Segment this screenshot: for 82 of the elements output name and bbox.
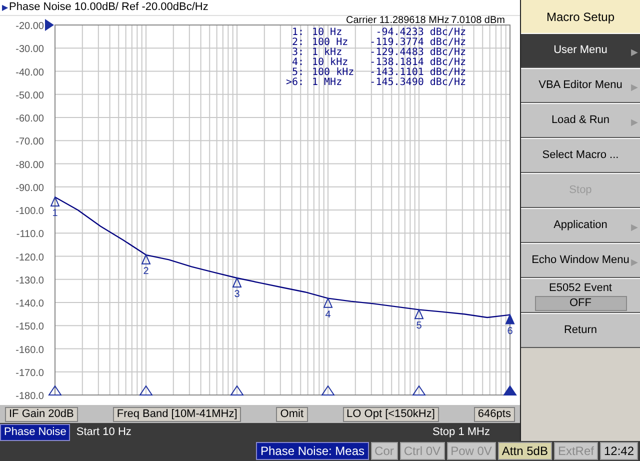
submenu-arrow-icon: ▶ [631, 116, 638, 130]
y-axis-label: -70.00 [16, 136, 44, 148]
marker-index: 3: [290, 48, 304, 58]
y-axis-label: -60.00 [16, 114, 44, 124]
marker-number: 6 [507, 326, 513, 337]
marker-value: -145.3490 dBc/Hz [368, 78, 466, 88]
y-axis-label: -80.00 [16, 160, 44, 171]
y-axis-label: -160.0 [16, 344, 44, 356]
status-indicator: Attn 5dB [498, 442, 552, 460]
y-axis-label: -100.0 [16, 206, 44, 217]
status-field: 646pts [474, 406, 515, 422]
submenu-arrow-icon: ▶ [631, 81, 638, 94]
stimulus-marker-icon [48, 385, 62, 396]
marker-index: 2: [290, 38, 304, 48]
marker-index: 5: [292, 68, 304, 78]
y-axis-label: -180.0 [16, 391, 44, 402]
status-indicator: Cor [370, 442, 398, 460]
status-field: Freq Band [10M-41MHz] [112, 406, 242, 422]
marker-number: 1 [52, 208, 58, 220]
start-frequency: Start 10 Hz [76, 424, 132, 440]
event-value-field: OFF [534, 296, 626, 312]
carrier-frequency: Carrier 11.289618 MHz [346, 16, 450, 26]
y-axis-label: -140.0 [16, 298, 44, 310]
stimulus-marker-icon [321, 385, 335, 396]
y-axis-label: -20.00 [16, 21, 44, 32]
marker-value: -119.3774 dBc/Hz [368, 38, 466, 48]
marker-number: 3 [234, 288, 240, 300]
y-axis-label: -90.00 [16, 182, 44, 194]
softkey-button[interactable]: Load & Run ▶ [521, 103, 640, 138]
marker-number: 5 [416, 320, 422, 332]
submenu-arrow-icon: ▶ [631, 256, 638, 270]
y-axis-label: -130.0 [16, 275, 44, 286]
y-axis-label: -50.00 [16, 90, 44, 102]
trace-select-icon: ▶ [2, 2, 8, 14]
y-axis-label: -150.0 [16, 322, 44, 333]
status-field: Omit [276, 406, 308, 422]
status-field: IF Gain 20dB [5, 406, 78, 422]
y-axis-label: -110.0 [16, 229, 44, 240]
softkey-button[interactable]: E5052 Event OFF [521, 278, 640, 313]
carrier-power: 7.0108 dBm [451, 16, 505, 26]
softkey-button[interactable]: Select Macro ... [521, 138, 640, 173]
marker-number: 4 [325, 309, 331, 320]
status-indicator: 12:42 [600, 442, 638, 460]
softkey-button[interactable]: VBA Editor Menu ▶ [521, 68, 640, 103]
marker-index: 1: [290, 28, 304, 38]
status-indicator: Phase Noise: Meas [256, 442, 369, 460]
y-axis-label: -30.00 [16, 44, 44, 56]
marker-frequency: 1 MHz [312, 78, 344, 88]
marker-index: >6: [284, 78, 304, 88]
y-axis-label: -170.0 [16, 368, 44, 379]
marker-frequency: 100 Hz [312, 38, 350, 48]
status-indicator: ExtRef [554, 442, 598, 460]
status-indicator: Ctrl 0V [400, 442, 445, 460]
stimulus-marker-icon [412, 385, 426, 396]
marker-value: -94.4233 dBc/Hz [376, 28, 466, 38]
marker-frequency: 10 Hz [312, 28, 342, 38]
softkey-button[interactable]: Application ▶ [521, 208, 640, 243]
submenu-arrow-icon: ▶ [631, 221, 638, 234]
stop-frequency: Stop 1 MHz [432, 424, 490, 440]
stimulus-marker-icon [139, 385, 153, 396]
marker-frequency: 1 kHz [312, 48, 342, 58]
stimulus-marker-icon [230, 385, 244, 396]
submenu-arrow-icon: ▶ [631, 46, 638, 60]
marker-value: -129.4483 dBc/Hz [368, 48, 466, 58]
trace-title: Phase Noise 10.00dB/ Ref -20.00dBc/Hz [9, 0, 208, 16]
softkey-panel-title: Macro Setup [521, 0, 640, 33]
marker-value: -143.1101 dBc/Hz [368, 68, 466, 78]
marker-number: 2 [143, 266, 149, 277]
softkey-button[interactable]: Echo Window Menu▶ [521, 243, 640, 278]
channel-trace-label: Phase Noise [0, 424, 70, 440]
softkey-button[interactable]: User Menu ▶ [521, 33, 640, 68]
y-axis-label: -40.00 [16, 67, 44, 78]
stimulus-marker-icon [503, 385, 517, 396]
status-field: LO Opt [<150kHz] [342, 406, 439, 422]
status-indicator: Pow 0V [446, 442, 496, 460]
reference-level-icon [45, 19, 54, 31]
softkey-button[interactable]: Return [521, 313, 640, 348]
marker-frequency: 100 kHz [312, 68, 356, 78]
marker-value: -138.1814 dBc/Hz [368, 58, 466, 68]
marker-index: 4: [290, 58, 304, 68]
marker-frequency: 10 kHz [312, 58, 348, 68]
y-axis-label: -120.0 [16, 252, 44, 264]
